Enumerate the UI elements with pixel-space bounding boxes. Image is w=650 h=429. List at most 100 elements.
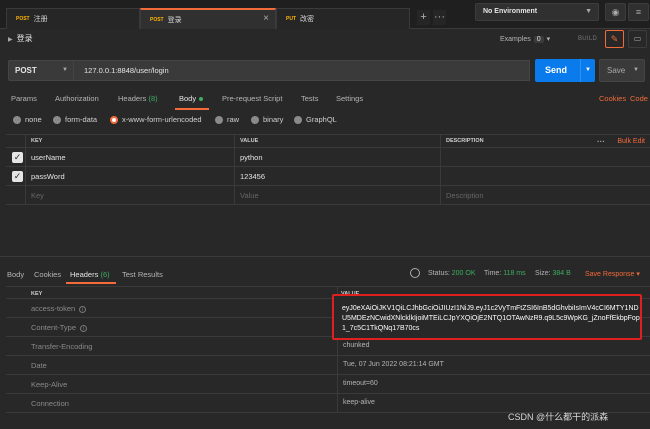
more-options-icon[interactable]: ···: [597, 137, 605, 146]
size-label: Size:: [535, 270, 551, 277]
build-label[interactable]: BUILD: [578, 36, 597, 42]
globe-icon[interactable]: [410, 268, 420, 278]
save-button[interactable]: Save ▼: [599, 59, 645, 82]
radio-label: GraphQL: [306, 115, 337, 124]
response-tab-body[interactable]: Body: [7, 270, 24, 279]
param-key[interactable]: passWord: [26, 167, 235, 185]
save-response-button[interactable]: Save Response ▾: [585, 270, 640, 278]
description-placeholder[interactable]: Description: [441, 186, 650, 204]
url-input[interactable]: 127.0.0.1:8848/user/login: [74, 60, 530, 81]
tab-tests[interactable]: Tests: [301, 94, 319, 103]
radio-circle-icon: [13, 115, 21, 124]
info-icon[interactable]: i: [79, 305, 87, 313]
method-select[interactable]: POST ▼: [8, 60, 74, 81]
column-key: KEY: [26, 135, 235, 147]
tab-method: POST: [16, 16, 30, 22]
tab-pre-request-script[interactable]: Pre-request Script: [222, 94, 282, 103]
tab-headers[interactable]: Headers (8): [118, 94, 158, 103]
active-tab-indicator: [175, 108, 209, 110]
tab-body[interactable]: Body: [179, 94, 204, 103]
header-value: timeout=60: [343, 380, 378, 387]
column-key: KEY: [31, 291, 43, 297]
tab-name: 登录: [167, 16, 182, 24]
header-value: keep-alive: [343, 399, 375, 406]
radio-label: raw: [227, 115, 240, 124]
header-key: Transfer-Encoding: [31, 342, 93, 351]
response-headers-label: Headers: [70, 270, 99, 279]
body-params-table: KEY VALUE DESCRIPTION ··· Bulk Edit ✓ us…: [6, 134, 650, 208]
tab-settings[interactable]: Settings: [336, 94, 363, 103]
radio-binary[interactable]: binary: [251, 115, 283, 124]
access-token-highlight: eyJ0eXAiOiJKV1QiLCJhbGciOiJIUzI1NiJ9.eyJ…: [332, 294, 642, 340]
header-key: Date: [31, 361, 47, 370]
info-icon[interactable]: i: [80, 324, 88, 332]
tab-method: PUT: [286, 16, 296, 22]
active-tab-indicator: [66, 282, 116, 284]
param-value[interactable]: python: [235, 148, 441, 166]
radio-label: form-data: [65, 115, 98, 124]
radio-x-www-form-urlencoded[interactable]: x-www-form-urlencoded: [110, 115, 202, 124]
code-link[interactable]: Code: [630, 94, 648, 103]
size-info: Size: 384 B: [535, 270, 571, 277]
checkbox-checked[interactable]: ✓: [12, 170, 23, 182]
header-key: Keep-Alive: [31, 380, 68, 389]
header-key: Content-Type: [31, 323, 77, 332]
tab-body-label: Body: [179, 94, 197, 103]
edit-button[interactable]: ✎: [605, 30, 624, 48]
radio-none[interactable]: none: [13, 115, 42, 124]
table-row: ✓ userName python: [6, 148, 650, 167]
tab-headers-label: Headers: [118, 94, 147, 103]
chevron-down-icon: ▾: [546, 36, 551, 43]
examples-count: 0: [533, 36, 544, 43]
radio-label: binary: [263, 115, 284, 124]
radio-circle-icon: [53, 115, 61, 124]
request-title[interactable]: ▶ 登录: [8, 33, 33, 44]
status-label: Status:: [428, 270, 450, 277]
environment-select[interactable]: No Environment ▼: [475, 3, 599, 21]
bulk-edit-link[interactable]: Bulk Edit: [617, 138, 645, 145]
response-divider[interactable]: [0, 256, 650, 257]
table-header: KEY VALUE DESCRIPTION ··· Bulk Edit: [6, 134, 650, 148]
time-value: 118 ms: [503, 270, 526, 277]
response-tab-cookies[interactable]: Cookies: [34, 270, 61, 279]
value-placeholder[interactable]: Value: [235, 186, 441, 204]
table-row: ✓ passWord 123456: [6, 167, 650, 186]
tab-method: POST: [150, 16, 164, 23]
chevron-down-icon[interactable]: ▼: [580, 59, 595, 82]
header-key: access-token: [31, 304, 76, 313]
tab-options-button[interactable]: ···: [433, 10, 446, 25]
radio-form-data[interactable]: form-data: [53, 115, 97, 124]
request-tab-login[interactable]: POST 登录 ×: [140, 8, 276, 29]
radio-selected-icon: [110, 115, 118, 124]
tab-params[interactable]: Params: [11, 94, 37, 103]
method-value: POST: [15, 66, 37, 75]
tab-authorization[interactable]: Authorization: [55, 94, 99, 103]
param-key[interactable]: userName: [26, 148, 235, 166]
checkbox-checked[interactable]: ✓: [12, 151, 23, 163]
size-value: 384 B: [552, 270, 571, 277]
param-description[interactable]: [441, 148, 650, 166]
param-description[interactable]: [441, 167, 650, 185]
column-value: VALUE: [235, 135, 441, 147]
request-tab-register[interactable]: POST 注册: [6, 8, 140, 29]
environment-quick-look-button[interactable]: ◉: [605, 3, 626, 21]
radio-raw[interactable]: raw: [215, 115, 239, 124]
examples-dropdown[interactable]: Examples 0 ▾: [500, 35, 550, 43]
send-label: Send: [545, 65, 568, 75]
close-icon[interactable]: ×: [263, 13, 269, 24]
manage-environments-button[interactable]: ≡: [628, 3, 649, 21]
response-tab-headers[interactable]: Headers (6): [70, 270, 110, 279]
access-token-value[interactable]: eyJ0eXAiOiJKV1QiLCJhbGciOiJIUzI1NiJ9.eyJ…: [342, 304, 640, 334]
caret-right-icon: ▶: [8, 37, 13, 43]
send-button[interactable]: Send ▼: [535, 59, 595, 82]
comments-button[interactable]: ▭: [628, 30, 647, 48]
param-value[interactable]: 123456: [235, 167, 441, 185]
request-tab-change-password[interactable]: PUT 改密: [276, 8, 410, 29]
key-placeholder[interactable]: Key: [26, 186, 235, 204]
cookies-link[interactable]: Cookies: [599, 94, 626, 103]
response-tab-test-results[interactable]: Test Results: [122, 270, 163, 279]
add-tab-button[interactable]: +: [417, 10, 430, 25]
table-row: Keep-Alive timeout=60: [6, 375, 650, 394]
radio-circle-icon: [215, 115, 223, 124]
radio-graphql[interactable]: GraphQL: [294, 115, 337, 124]
